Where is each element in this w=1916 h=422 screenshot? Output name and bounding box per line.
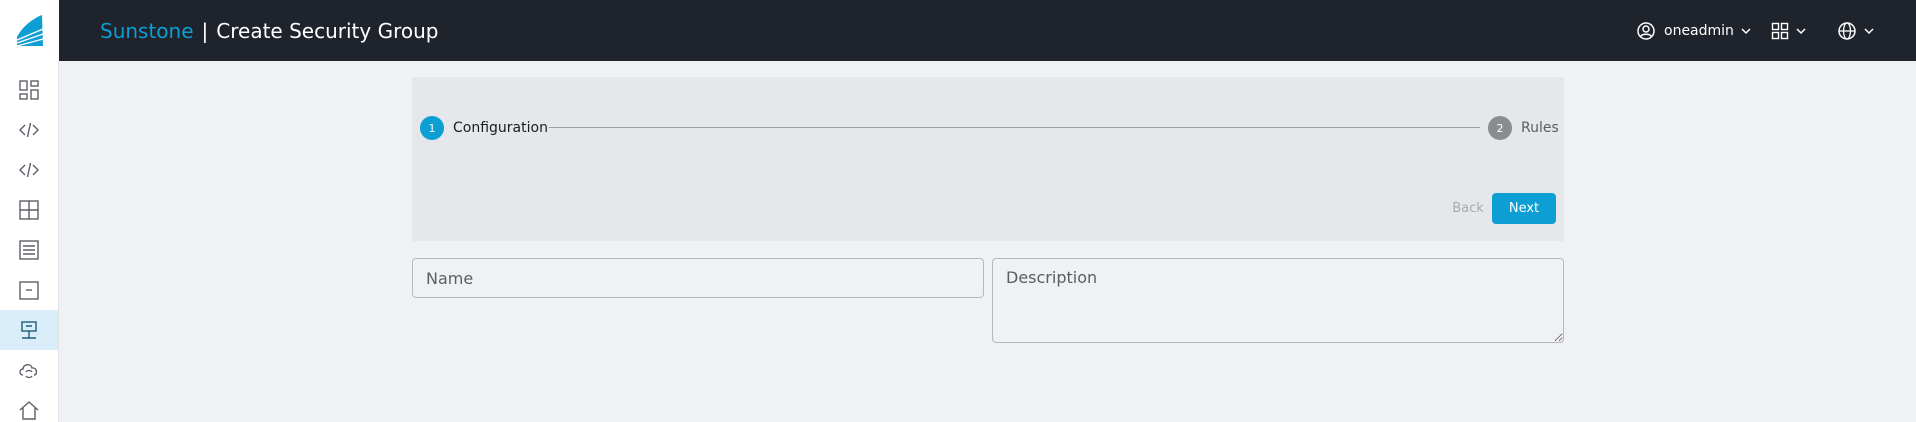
top-header: Sunstone | Create Security Group oneadmi…	[0, 0, 1916, 61]
opennebula-logo[interactable]	[0, 0, 59, 61]
next-button[interactable]: Next	[1492, 193, 1556, 224]
page-title: Create Security Group	[216, 18, 439, 43]
sidebar	[0, 61, 59, 422]
home-icon	[19, 401, 39, 420]
dashboard-icon	[19, 80, 39, 100]
user-circle-icon	[1637, 21, 1655, 40]
step-configuration[interactable]: 1 Configuration	[420, 116, 548, 140]
sidebar-item-cloud[interactable]	[0, 350, 58, 390]
chevron-down-icon	[1796, 27, 1806, 34]
code-icon	[19, 162, 39, 178]
sidebar-item-datastores[interactable]	[0, 230, 58, 270]
user-name: oneadmin	[1664, 22, 1734, 39]
sidebar-item-system[interactable]	[0, 390, 58, 422]
chevron-down-icon	[1741, 27, 1751, 34]
step-connector	[549, 127, 1480, 128]
archive-icon	[19, 281, 39, 300]
step-number: 1	[420, 116, 444, 140]
step-label: Rules	[1521, 120, 1559, 136]
sidebar-item-network[interactable]	[0, 310, 58, 350]
sidebar-item-instances[interactable]	[0, 150, 58, 190]
cloud-sync-icon	[19, 364, 38, 379]
grid-icon	[19, 200, 39, 220]
language-menu-button[interactable]	[1837, 0, 1875, 61]
sidebar-item-storage[interactable]	[0, 190, 58, 230]
server-stack-icon	[19, 240, 39, 260]
sidebar-item-templates[interactable]	[0, 110, 58, 150]
step-number: 2	[1488, 116, 1512, 140]
title-separator: |	[201, 18, 209, 43]
apps-menu-button[interactable]	[1771, 0, 1807, 61]
chevron-down-icon	[1864, 27, 1874, 34]
step-label: Configuration	[453, 120, 548, 136]
sidebar-item-dashboard[interactable]	[0, 70, 58, 110]
stepper-card: 1 Configuration 2 Rules Back Next	[412, 77, 1564, 241]
page-header: Sunstone | Create Security Group	[100, 0, 438, 61]
back-button[interactable]: Back	[1437, 193, 1499, 223]
network-monitor-icon	[21, 321, 37, 339]
description-textarea[interactable]	[992, 258, 1564, 343]
globe-icon	[1838, 21, 1856, 40]
name-input[interactable]	[412, 258, 984, 298]
app-name: Sunstone	[100, 18, 194, 43]
step-rules[interactable]: 2 Rules	[1488, 116, 1559, 140]
user-menu-button[interactable]: oneadmin	[1636, 0, 1752, 61]
sidebar-item-files[interactable]	[0, 270, 58, 310]
code-icon	[19, 122, 39, 138]
grid-apps-icon	[1771, 22, 1789, 39]
